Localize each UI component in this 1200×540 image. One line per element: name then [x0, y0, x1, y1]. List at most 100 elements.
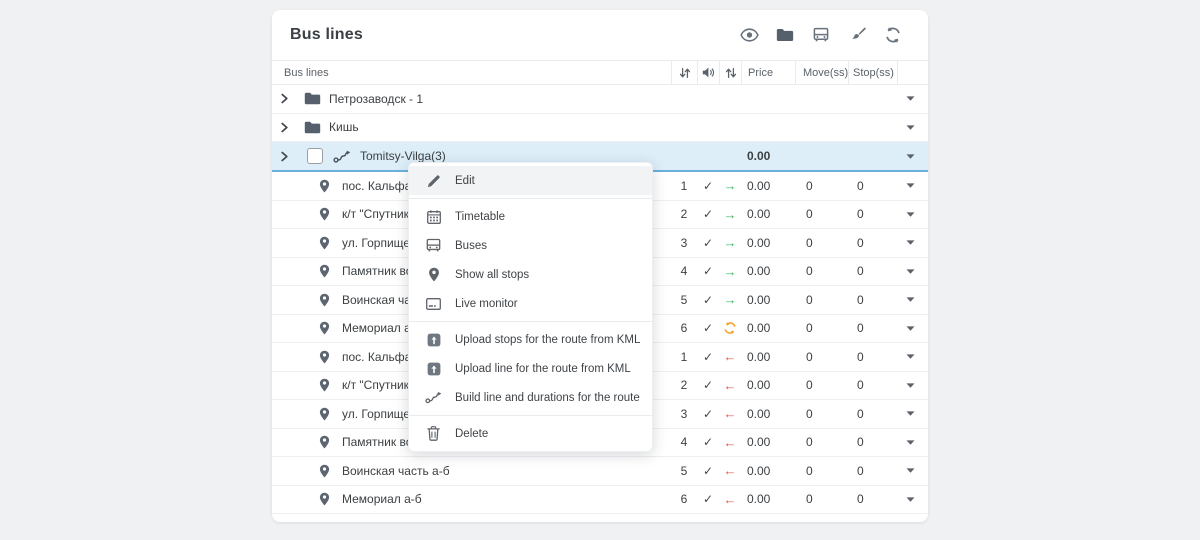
row-caret-icon[interactable] [897, 429, 928, 457]
bus-icon[interactable] [810, 25, 832, 45]
row-caret-icon[interactable] [897, 372, 928, 400]
check-icon [697, 429, 719, 457]
folder-icon[interactable] [774, 25, 796, 45]
row-caret-icon[interactable] [897, 258, 928, 286]
check-icon [697, 201, 719, 229]
stop-price: 0.00 [741, 372, 795, 400]
stop-stop: 0 [848, 343, 897, 371]
row-caret-icon[interactable] [897, 457, 928, 485]
stop-move: 0 [795, 258, 848, 286]
check-icon [697, 258, 719, 286]
menu-item-edit[interactable]: Edit [409, 166, 652, 195]
map-pin-icon [319, 407, 330, 421]
column-move: Move(ss) [795, 61, 848, 84]
stop-price: 0.00 [741, 286, 795, 314]
direction-icon [719, 429, 741, 457]
repeat-icon[interactable] [719, 61, 741, 84]
map-pin-icon [319, 492, 330, 506]
row-caret-icon[interactable] [897, 201, 928, 229]
route-checkbox[interactable] [307, 148, 323, 164]
panel-header: Bus lines [272, 10, 928, 60]
direction-icon [719, 201, 741, 229]
forward-arrow-icon [724, 179, 737, 192]
row-caret-icon[interactable] [897, 85, 928, 113]
calendar-icon [425, 210, 442, 224]
menu-item-buses[interactable]: Buses [409, 231, 652, 260]
stop-move: 0 [795, 486, 848, 514]
stop-stop: 0 [848, 172, 897, 200]
back-arrow-icon [724, 493, 737, 506]
check-icon [697, 315, 719, 343]
folder-row[interactable]: Кишь [272, 114, 928, 143]
map-pin-icon [319, 435, 330, 449]
stop-row[interactable]: Мемориал а-б 6 0.00 0 0 [272, 486, 928, 515]
stop-row[interactable]: Воинская часть а-б 5 0.00 0 0 [272, 457, 928, 486]
stop-stop: 0 [848, 429, 897, 457]
upload-icon [425, 362, 442, 376]
speaker-icon[interactable] [697, 61, 719, 84]
map-pin-icon [319, 293, 330, 307]
menu-item-live-monitor[interactable]: Live monitor [409, 289, 652, 318]
stop-name: Воинская ча [342, 293, 411, 307]
direction-icon [719, 457, 741, 485]
check-icon [697, 400, 719, 428]
row-caret-icon[interactable] [897, 114, 928, 142]
row-caret-icon[interactable] [897, 315, 928, 343]
row-caret-icon[interactable] [897, 486, 928, 514]
menu-item-show-all-stops[interactable]: Show all stops [409, 260, 652, 289]
stop-move: 0 [795, 172, 848, 200]
stop-move: 0 [795, 400, 848, 428]
pencil-icon [425, 174, 442, 188]
row-caret-icon[interactable] [897, 400, 928, 428]
brush-icon[interactable] [846, 25, 868, 45]
stop-price: 0.00 [741, 457, 795, 485]
panel-title: Bus lines [290, 26, 363, 44]
refresh-icon[interactable] [882, 25, 904, 45]
check-icon [697, 486, 719, 514]
forward-arrow-icon [724, 265, 737, 278]
sort-icon[interactable] [671, 61, 697, 84]
direction-icon [719, 315, 741, 343]
stop-order: 3 [671, 400, 697, 428]
forward-arrow-icon [724, 293, 737, 306]
stop-stop: 0 [848, 201, 897, 229]
map-pin-icon [319, 378, 330, 392]
stop-name: пос. Кальфа [342, 179, 411, 193]
stop-order: 2 [671, 201, 697, 229]
menu-item-timetable[interactable]: Timetable [409, 202, 652, 231]
menu-item-build-line[interactable]: Build line and durations for the route [409, 383, 652, 412]
check-icon [697, 457, 719, 485]
stop-price: 0.00 [741, 229, 795, 257]
chevron-right-icon[interactable] [280, 93, 289, 104]
map-pin-icon [319, 464, 330, 478]
column-bus-lines: Bus lines [272, 61, 671, 84]
row-caret-icon[interactable] [897, 286, 928, 314]
stop-name: к/т "Спутник [342, 207, 409, 221]
stop-stop: 0 [848, 400, 897, 428]
stop-order: 6 [671, 315, 697, 343]
direction-icon [719, 486, 741, 514]
row-caret-icon[interactable] [897, 172, 928, 200]
stop-stop: 0 [848, 486, 897, 514]
stop-price: 0.00 [741, 486, 795, 514]
column-stop: Stop(ss) [848, 61, 897, 84]
folder-row[interactable]: Петрозаводск - 1 [272, 85, 928, 114]
row-caret-icon[interactable] [897, 229, 928, 257]
menu-item-upload-line[interactable]: Upload line for the route from KML [409, 354, 652, 383]
folder-name: Кишь [329, 120, 359, 134]
map-pin-icon [319, 350, 330, 364]
page-background: Bus lines Bus lines [0, 0, 1200, 540]
column-price: Price [741, 61, 795, 84]
stop-price: 0.00 [741, 201, 795, 229]
row-caret-icon[interactable] [897, 343, 928, 371]
stop-name: Памятник во [342, 264, 412, 278]
map-pin-icon [319, 321, 330, 335]
row-caret-icon[interactable] [897, 142, 928, 170]
stop-move: 0 [795, 343, 848, 371]
visibility-icon[interactable] [738, 25, 760, 45]
chevron-right-icon[interactable] [280, 122, 289, 133]
menu-item-upload-stops[interactable]: Upload stops for the route from KML [409, 325, 652, 354]
chevron-right-icon[interactable] [280, 151, 289, 162]
menu-item-delete[interactable]: Delete [409, 419, 652, 448]
direction-icon [719, 286, 741, 314]
